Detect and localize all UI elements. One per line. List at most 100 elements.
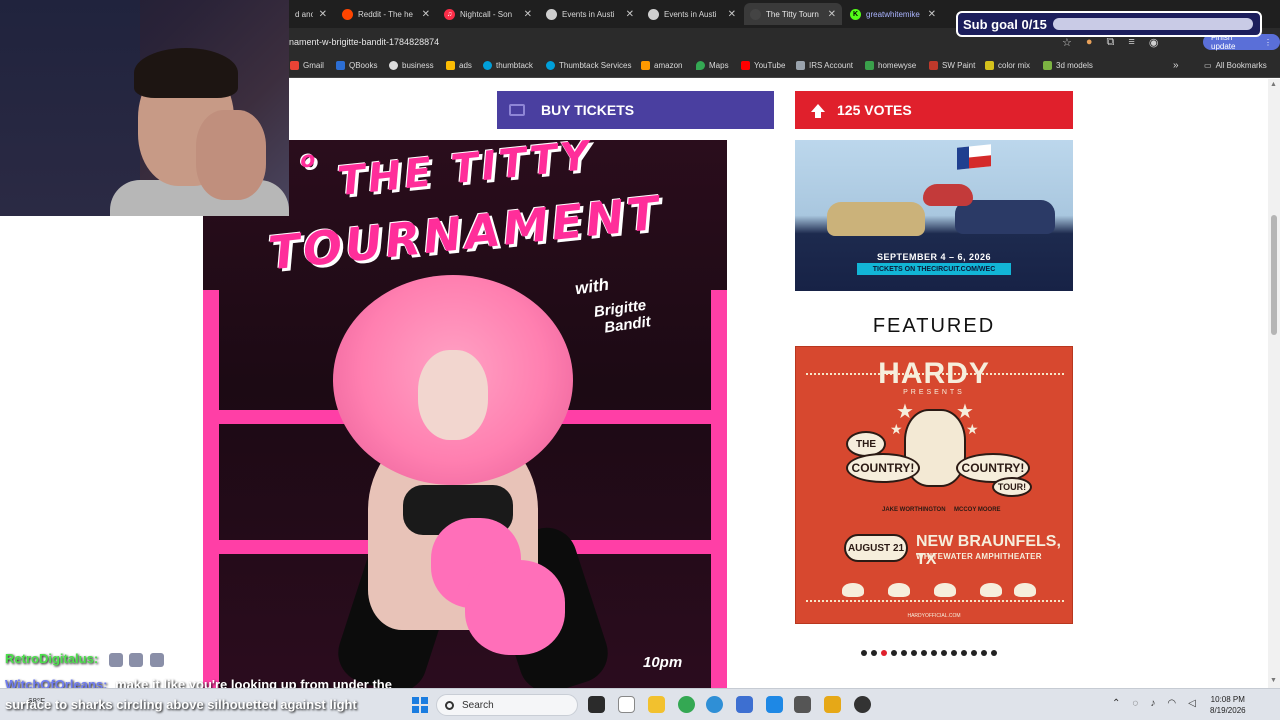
carousel-dot[interactable] [881,650,887,656]
carousel-dot[interactable] [931,650,937,656]
chrome-icon[interactable] [678,696,695,713]
bookmark-color-mix[interactable]: color mix [985,61,1030,70]
bookmark-label: SW Paint [942,61,976,70]
close-icon[interactable]: ✕ [422,9,430,20]
notepad-icon[interactable] [736,696,753,713]
bookmark-irs[interactable]: IRS Account [796,61,853,70]
homewyse-icon [865,61,874,70]
votes-button[interactable]: 125 VOTES [795,91,1073,129]
all-bookmarks[interactable]: ▭ All Bookmarks [1204,61,1267,70]
browser-tab[interactable]: K greatwhitemike ✕ [844,3,942,25]
thumbtack-icon [546,61,555,70]
carousel-dot[interactable] [971,650,977,656]
tab-label: Events in Austi [664,9,717,19]
poster-with: with [573,274,611,299]
bookmark-gmail[interactable]: Gmail [290,61,324,70]
bookmark-thumbtack-services[interactable]: Thumbtack Services [546,61,631,70]
close-icon[interactable]: ✕ [524,9,532,20]
hardy-artist: HARDY [878,357,990,390]
ring-post [711,290,727,688]
featured-event-poster[interactable]: HARDY PRESENTS ★ ★ ★ ★ THE COUNTRY! COUN… [795,346,1073,624]
bookmark-sw-paint[interactable]: SW Paint [929,61,975,70]
close-icon[interactable]: ✕ [728,9,736,20]
star-icon[interactable]: ☆ [1062,36,1072,49]
carousel-dot[interactable] [941,650,947,656]
task-view-icon[interactable] [588,696,605,713]
close-icon[interactable]: ✕ [928,9,936,20]
carousel-dot[interactable] [861,650,867,656]
buy-tickets-button[interactable]: BUY TICKETS [497,91,774,129]
chevron-right-icon[interactable]: » [1173,60,1179,71]
bookmark-label: business [402,61,434,70]
browser-tab[interactable]: Events in Austi ✕ [642,3,742,25]
page-scrollbar[interactable]: ▲ ▼ [1268,79,1280,688]
carousel-dot[interactable] [911,650,917,656]
bookmark-ads[interactable]: ads [446,61,472,70]
arrow-up-icon [811,104,825,118]
browser-tab[interactable]: Events in Austi ✕ [540,3,640,25]
taskbar-clock[interactable]: 10:08 PM 8/19/2026 [1210,694,1246,716]
calculator-icon[interactable] [794,696,811,713]
close-icon[interactable]: ✕ [626,9,634,20]
carousel-dot[interactable] [901,650,907,656]
ring-post [203,290,219,688]
browser-tab-active[interactable]: The Titty Tourn ✕ [744,3,842,25]
photos-icon[interactable] [766,696,783,713]
bookmark-label: amazon [654,61,683,70]
app-stack-icon[interactable] [824,696,841,713]
carousel-dot[interactable] [981,650,987,656]
browser-tab[interactable]: ♫ Nightcall - Son ✕ [438,3,538,25]
file-icon[interactable] [618,696,635,713]
extension-icon[interactable]: ● [1086,36,1093,48]
profile-icon[interactable]: ◉ [1149,36,1159,49]
bookmark-label: thumbtack [496,61,533,70]
wifi-icon[interactable]: ◠ [1167,698,1176,709]
carousel-dot[interactable] [961,650,967,656]
paint-icon [929,61,938,70]
race-tickets-link[interactable]: TICKETS ON THECIRCUIT.COM/WEC [857,263,1011,275]
close-icon[interactable]: ✕ [319,9,327,20]
taskbar-search[interactable]: Search [436,694,578,716]
race-ad-banner[interactable]: SEPTEMBER 4 – 6, 2026 TICKETS ON THECIRC… [795,140,1073,291]
volume-icon[interactable]: ◁ [1188,698,1196,709]
poster-time: 10pm [643,654,683,671]
sub-goal-label: Sub goal 0/15 [963,16,1047,32]
scroll-down-icon[interactable]: ▼ [1270,677,1277,684]
network-icon[interactable]: ◌ [1132,698,1138,709]
browser-tab[interactable]: d ano ✕ [289,3,333,25]
carousel-dot[interactable] [991,650,997,656]
bookmark-3d-models[interactable]: 3d models [1043,61,1093,70]
bookmark-amazon[interactable]: amazon [641,61,682,70]
folder-icon[interactable] [648,696,665,713]
hardy-venue: WHITEWATER AMPHITHEATER [916,552,1042,561]
bookmark-label: Maps [709,61,729,70]
tab-label: Events in Austi [562,9,615,19]
puzzle-icon[interactable]: ⧉ [1107,36,1115,49]
browser-tab[interactable]: Reddit - The he ✕ [336,3,436,25]
bookmark-youtube[interactable]: YouTube [741,61,785,70]
media-icon[interactable]: ≡ [1128,36,1134,48]
tab-label: d ano [295,9,313,19]
close-icon[interactable]: ✕ [828,9,836,20]
microphone-icon[interactable]: ♪ [1150,698,1155,709]
windows-start-icon[interactable] [412,697,428,713]
scroll-up-icon[interactable]: ▲ [1270,81,1277,88]
edge-icon[interactable] [706,696,723,713]
carousel-dot[interactable] [921,650,927,656]
carousel-dot[interactable] [871,650,877,656]
url-text[interactable]: nament-w-brigitte-bandit-1784828874 [289,37,439,47]
bookmark-homewyse[interactable]: homewyse [865,61,916,70]
carousel-dot[interactable] [891,650,897,656]
amazon-icon [641,61,650,70]
bookmark-business[interactable]: business [389,61,434,70]
skull-icon [1014,583,1036,597]
tab-label: Nightcall - Son [460,9,513,19]
carousel-dot[interactable] [951,650,957,656]
bookmark-qbooks[interactable]: QBooks [336,61,377,70]
chevron-up-icon[interactable]: ⌃ [1112,698,1120,709]
bookmark-maps[interactable]: Maps [696,61,729,70]
scroll-thumb[interactable] [1271,215,1277,335]
hardy-support2: MCCOY MOORE [954,507,1001,513]
obs-icon[interactable] [854,696,871,713]
bookmark-thumbtack[interactable]: thumbtack [483,61,533,70]
